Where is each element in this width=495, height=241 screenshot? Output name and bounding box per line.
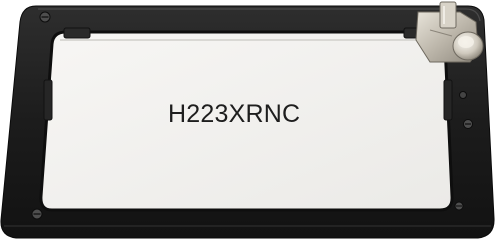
screw-icon	[459, 91, 467, 99]
screw-icon	[31, 208, 43, 220]
screw-icon	[454, 201, 464, 211]
frame-tab-top-left	[63, 27, 91, 39]
frame-tab-left	[43, 79, 53, 121]
screw-icon	[463, 119, 473, 129]
frame-tab-right	[443, 79, 453, 121]
screw-icon	[39, 11, 51, 23]
part-number-label: H223XRNC	[168, 100, 301, 128]
product-image: H223XRNC	[0, 0, 495, 241]
